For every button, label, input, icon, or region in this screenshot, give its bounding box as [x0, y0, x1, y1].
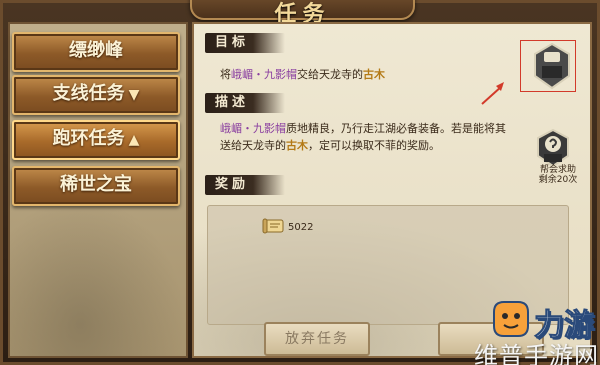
chevron-down-icon: ▼ — [128, 87, 140, 103]
watermark-site-text: 维普手游网 — [474, 342, 599, 365]
tab-label: 缥缈峰 — [69, 40, 123, 61]
description-line2-rest: ，定可以换取不菲的奖励。 — [308, 139, 440, 152]
tab-label: 跑环任务 — [52, 128, 125, 149]
help-caption: 帮会求助 剩余20次 — [528, 165, 588, 185]
tab-label: 支线任务 — [52, 83, 125, 104]
target-prefix: 将 — [220, 68, 231, 81]
section-title-description: 描述 — [205, 93, 285, 113]
annotation-arrow-icon — [481, 82, 504, 105]
target-npc-link[interactable]: 古木 — [363, 68, 385, 81]
target-item-link[interactable]: 峨嵋・九影帽 — [231, 68, 297, 81]
tab-label: 稀世之宝 — [60, 174, 132, 195]
description-line-1: 峨嵋・九影帽质地精良，乃行走江湖必备装备。若是能将其 — [220, 120, 506, 136]
description-line2-prefix: 送给天龙寺的 — [220, 139, 286, 152]
sidebar-landscape-art — [10, 196, 186, 356]
tab-piaomiaofeng[interactable]: 缥缈峰 — [12, 32, 180, 72]
description-line1-rest: 质地精良，乃行走江湖必备装备。若是能将其 — [286, 122, 506, 135]
help-caption-line1: 帮会求助 — [539, 165, 576, 175]
section-title-reward: 奖励 — [205, 175, 285, 195]
abandon-quest-button[interactable]: 放弃任务 — [264, 322, 370, 356]
target-middle: 交给天龙寺的 — [297, 68, 363, 81]
help-caption-line2: 剩余20次 — [538, 175, 578, 185]
scroll-icon — [262, 218, 284, 234]
chevron-up-icon: ▲ — [128, 132, 140, 148]
tab-rare-treasure[interactable]: 稀世之宝 — [12, 166, 180, 206]
description-item-link[interactable]: 峨嵋・九影帽 — [220, 122, 286, 135]
task-icon[interactable] — [532, 42, 572, 90]
help-icon[interactable] — [536, 128, 570, 168]
section-title-target: 目标 — [205, 33, 285, 53]
window-title-banner: 任务 — [190, 0, 415, 27]
description-line-2: 送给天龙寺的古木，定可以换取不菲的奖励。 — [220, 137, 440, 153]
tab-side-quests[interactable]: 支线任务 ▼ — [12, 75, 180, 115]
tab-loop-quests[interactable]: 跑环任务 ▲ — [12, 120, 180, 160]
description-npc-link[interactable]: 古木 — [286, 139, 308, 152]
reward-exp-value: 5022 — [288, 222, 314, 233]
target-text: 将峨嵋・九影帽交给天龙寺的古木 — [220, 66, 385, 82]
reward-item-exp[interactable]: 5022 — [262, 218, 322, 238]
